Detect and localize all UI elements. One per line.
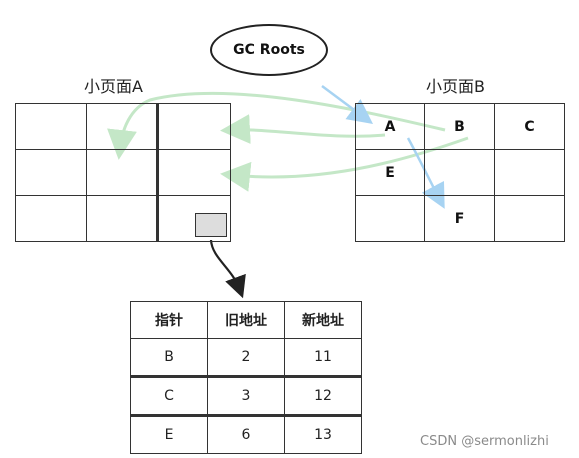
page-b-cell [494,195,565,242]
page-a-divider [156,103,159,242]
page-a-cell [86,149,159,196]
black-arrow-pointer-to-table [209,239,246,299]
page-b-cell-a: A [355,103,425,150]
page-a-cell [15,149,87,196]
forwarding-table: 指针 旧地址 新地址 B 2 11 C 3 12 E 6 13 [130,301,362,454]
table-row: C 3 12 [130,375,362,416]
cell-old-address: 2 [207,338,285,377]
page-b-cell-c: C [494,103,565,150]
cell-old-address: 3 [207,375,285,416]
cell-old-address: 6 [207,414,285,454]
forwarding-table-header: 指针 旧地址 新地址 [130,301,362,339]
page-b-cell-e: E [355,149,425,196]
header-old-address: 旧地址 [207,301,285,339]
cell-pointer: C [130,375,208,416]
page-b-label: 小页面B [426,77,485,96]
page-a-cell [15,195,87,242]
page-b-cell [494,149,565,196]
page-b-cell-f: F [424,195,495,242]
gc-roots-node: GC Roots [210,24,328,76]
page-a-cell [15,103,87,150]
header-new-address: 新地址 [284,301,362,339]
page-a-cell [158,103,231,150]
cell-pointer: E [130,414,208,454]
page-b-cell [355,195,425,242]
table-row: B 2 11 [130,338,362,377]
cell-new-address: 11 [284,338,362,377]
table-row: E 6 13 [130,414,362,454]
page-b-cell-b: B [424,103,495,150]
diagram-canvas: GC Roots 小页面A 小页面B A B C E F 指针 旧地址 新地址 [0,0,579,458]
page-a-cell [86,195,159,242]
header-pointer: 指针 [130,301,208,339]
page-a-cell [158,149,231,196]
cell-new-address: 12 [284,375,362,416]
page-a-label: 小页面A [84,77,143,96]
cell-new-address: 13 [284,414,362,454]
page-a-cell [86,103,159,150]
watermark: CSDN @sermonlizhi [420,434,549,449]
cell-pointer: B [130,338,208,377]
page-b-cell [424,149,495,196]
page-b-grid: A B C E F [355,103,565,242]
forwarding-pointer-box [195,213,227,237]
